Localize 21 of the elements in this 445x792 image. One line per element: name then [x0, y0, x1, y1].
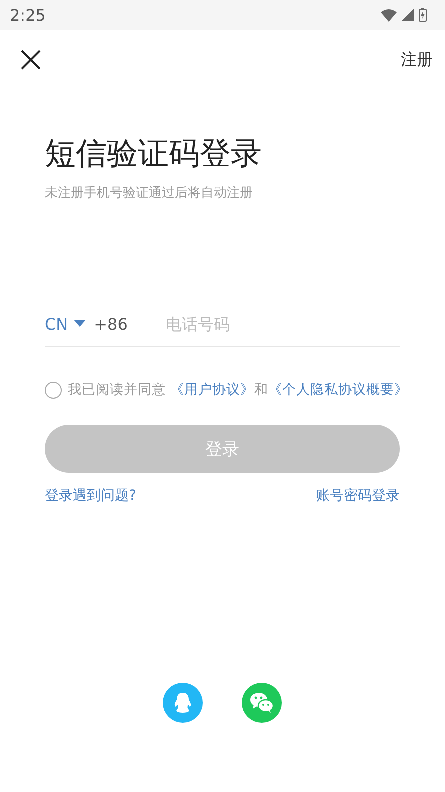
- page-title: 短信验证码登录: [45, 135, 263, 174]
- phone-field[interactable]: CN +86 电话号码: [45, 302, 400, 347]
- subtitle: 未注册手机号验证通过后将自动注册: [45, 185, 254, 202]
- wechat-button[interactable]: [242, 683, 282, 723]
- region-selector[interactable]: CN: [45, 314, 86, 334]
- privacy-policy-link[interactable]: 《个人隐私协议概要》: [268, 382, 408, 398]
- qq-button[interactable]: [163, 683, 203, 723]
- wifi-icon: [381, 8, 397, 22]
- chat-bubbles-icon: [250, 692, 274, 714]
- signal-icon: [402, 9, 414, 21]
- dropdown-icon: [74, 320, 86, 328]
- country-code: +86: [94, 314, 129, 334]
- register-link[interactable]: 注册: [401, 50, 433, 70]
- password-login-link[interactable]: 账号密码登录: [316, 487, 400, 505]
- user-agreement-link[interactable]: 《用户协议》: [170, 382, 254, 398]
- login-help-link[interactable]: 登录遇到问题?: [45, 487, 136, 505]
- penguin-icon: [173, 692, 193, 714]
- status-time: 2:25: [10, 6, 46, 24]
- agreement-checkbox[interactable]: [45, 382, 62, 398]
- agreement-text: 我已阅读并同意 《用户协议》和《个人隐私协议概要》: [68, 381, 408, 399]
- battery-icon: [419, 8, 427, 22]
